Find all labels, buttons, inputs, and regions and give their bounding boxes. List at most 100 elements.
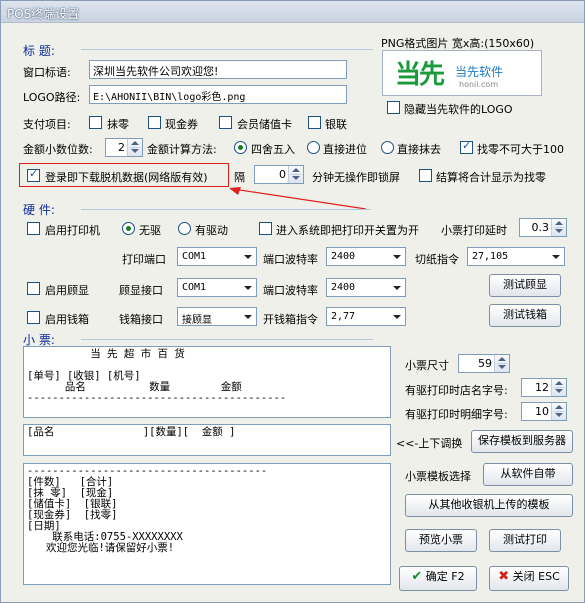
print-delay-value: 0.3 <box>531 221 550 234</box>
chevron-down-icon <box>393 315 401 319</box>
change-limit-checkbox[interactable] <box>460 139 473 154</box>
shop-font-spinner[interactable]: 12 <box>521 378 567 397</box>
method-ceil-radio[interactable] <box>307 141 320 154</box>
close-button-label: 关闭 ESC <box>512 570 560 583</box>
decimal-value: 2 <box>118 141 125 154</box>
section-divider <box>81 209 371 210</box>
template-choose-label: 小票模板选择 <box>405 470 471 483</box>
window-title-input[interactable]: 深圳当先软件公司欢迎您! <box>89 60 347 79</box>
logo-hint: PNG格式图片 宽x高:(150x60) <box>381 37 535 50</box>
driver-none-radio[interactable] <box>122 222 135 235</box>
chevron-down-icon <box>244 255 252 259</box>
window-title-label: 窗口标语: <box>23 66 71 79</box>
pay-unionpay-checkbox[interactable] <box>308 116 321 129</box>
chevron-down-icon <box>244 286 252 290</box>
pay-moling-checkbox[interactable] <box>89 116 102 129</box>
receipt-size-value: 59 <box>478 357 492 370</box>
drawer-cmd-value: 2,77 <box>331 311 356 322</box>
hide-logo-label: 隐藏当先软件的LOGO <box>404 103 513 116</box>
check-icon: ✔ <box>411 569 423 584</box>
lock-printer-checkbox[interactable] <box>259 222 272 235</box>
logo-image: 当先 当先软件 honii.com <box>382 50 542 96</box>
print-port-select[interactable]: COM1 <box>177 247 257 266</box>
detail-font-spinner[interactable]: 10 <box>521 402 567 421</box>
pay-member-card-checkbox[interactable] <box>219 116 232 129</box>
test-display-button[interactable]: 测试顾显 <box>489 274 561 297</box>
ok-button[interactable]: ✔ 确定 F2 <box>399 566 477 591</box>
pay-voucher-checkbox[interactable] <box>148 116 161 129</box>
section-hardware-label: 硬 件: <box>23 203 55 217</box>
enable-display-checkbox[interactable] <box>27 282 40 295</box>
baud-label: 端口波特率 <box>263 253 318 266</box>
close-icon: ✖ <box>498 569 510 584</box>
method-ceil-label: 直接进位 <box>323 143 367 156</box>
method-floor-radio[interactable] <box>381 141 394 154</box>
ok-button-label: 确定 F2 <box>425 570 465 583</box>
receipt-footer-textarea[interactable]: -------------------------------------- [… <box>23 463 391 585</box>
method-round-label: 四舍五入 <box>251 143 295 156</box>
chevron-down-icon <box>552 255 560 259</box>
display-port-select[interactable]: COM1 <box>177 278 257 297</box>
enable-display-label: 启用顾显 <box>45 284 89 297</box>
logo-path-input[interactable]: E:\AHONII\BIN\logo彩色.png <box>89 85 347 104</box>
receipt-detail-textarea[interactable]: [品名 ][数量][ 金额 ] <box>23 424 391 456</box>
title-bar: POS终端设置 <box>1 1 584 23</box>
shop-font-label: 有驱打印时店名字号: <box>405 384 508 397</box>
print-delay-label: 小票打印延时 <box>441 224 507 237</box>
settle-change-label: 结算将合计显示为找零 <box>436 171 546 184</box>
drawer-port-select[interactable]: 接顾显 <box>177 307 257 326</box>
preview-receipt-button[interactable]: 预览小票 <box>405 529 477 552</box>
print-port-value: COM1 <box>182 251 207 262</box>
annotation-arrow <box>229 187 367 210</box>
from-software-button[interactable]: 从软件自带 <box>483 463 573 486</box>
method-floor-label: 直接抹去 <box>397 143 441 156</box>
receipt-size-spinner[interactable]: 59 <box>458 354 510 373</box>
drawer-cmd-select[interactable]: 2,77 <box>326 307 406 326</box>
driver-yes-label: 有驱动 <box>195 224 228 237</box>
decimal-spinner[interactable]: 2 <box>105 138 143 157</box>
swap-label[interactable]: <<-上下调换 <box>396 435 462 451</box>
driver-yes-radio[interactable] <box>178 222 191 235</box>
baud-select[interactable]: 2400 <box>326 247 406 266</box>
logo-path-label: LOGO路径: <box>23 91 81 104</box>
driver-none-label: 无驱 <box>139 224 161 237</box>
save-template-button[interactable]: 保存模板到服务器 <box>471 430 573 453</box>
chevron-down-icon <box>244 315 252 319</box>
lock-printer-label: 进入系统即把打印开关置为开 <box>276 224 419 237</box>
drawer-port-label: 钱箱接口 <box>119 313 163 326</box>
hide-logo-checkbox[interactable] <box>387 101 400 114</box>
cut-select[interactable]: 27,105 <box>467 247 565 266</box>
logo-main-text: 当先 <box>395 60 445 90</box>
close-button[interactable]: ✖ 关闭 ESC <box>489 566 569 591</box>
enable-drawer-label: 启用钱箱 <box>45 313 89 326</box>
logo-site-text: honii.com <box>459 80 499 89</box>
logo-sub-text: 当先软件 <box>455 65 504 79</box>
chevron-down-icon <box>393 286 401 290</box>
decimal-label: 金额小数位数: <box>23 143 93 156</box>
settle-change-checkbox[interactable] <box>419 169 432 182</box>
change-limit-label: 找零不可大于100 <box>477 143 564 156</box>
login-download-label: 登录即下载脱机数据(网络版有效) <box>45 171 208 184</box>
receipt-header-textarea[interactable]: 当 先 超 市 百 货 [单号] [收银] [机号] 品名 数量 金额 ----… <box>23 346 391 418</box>
baud-value: 2400 <box>331 251 356 262</box>
enable-printer-checkbox[interactable] <box>27 222 40 235</box>
test-print-button[interactable]: 测试打印 <box>489 529 561 552</box>
drawer-port-value: 接顾显 <box>182 315 212 326</box>
pay-unionpay-label: 银联 <box>325 118 347 131</box>
login-download-checkbox[interactable] <box>27 167 40 182</box>
print-delay-spinner[interactable]: 0.3 <box>519 218 567 237</box>
section-divider <box>81 339 373 340</box>
window-title: POS终端设置 <box>7 7 80 21</box>
display-port-label: 顾显接口 <box>119 284 163 297</box>
display-baud-select[interactable]: 2400 <box>326 278 406 297</box>
chevron-down-icon <box>393 255 401 259</box>
cut-value: 27,105 <box>472 251 509 262</box>
enable-drawer-checkbox[interactable] <box>27 311 40 324</box>
display-baud-value: 2400 <box>331 282 356 293</box>
pay-moling-label: 抹零 <box>107 118 129 131</box>
pay-member-card-label: 会员储值卡 <box>237 118 292 131</box>
test-drawer-button[interactable]: 测试钱箱 <box>489 304 561 327</box>
drawer-cmd-label: 开钱箱指令 <box>263 313 318 326</box>
method-round-radio[interactable] <box>234 141 247 154</box>
from-other-button[interactable]: 从其他收银机上传的模板 <box>405 494 573 517</box>
